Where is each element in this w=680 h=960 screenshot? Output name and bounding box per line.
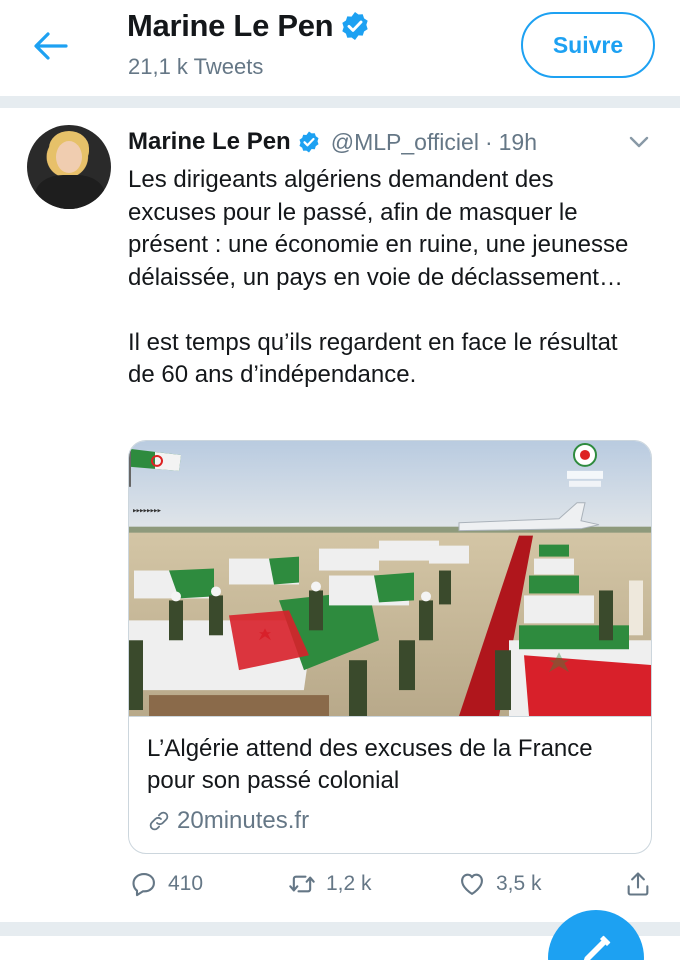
verified-badge-icon: [299, 131, 319, 153]
share-button[interactable]: [624, 870, 652, 898]
retweet-count: 1,2 k: [326, 872, 372, 895]
tweet-author-handle[interactable]: @MLP_officiel: [331, 129, 479, 156]
chevron-down-icon[interactable]: [628, 134, 650, 150]
profile-name: Marine Le Pen: [127, 8, 334, 43]
like-button[interactable]: 3,5 k: [458, 870, 542, 898]
card-domain: 20minutes.fr: [147, 807, 309, 835]
verified-badge-icon: [342, 12, 368, 40]
separator-dot: ·: [484, 128, 493, 155]
retweet-button[interactable]: 1,2 k: [288, 870, 372, 898]
card-domain-text: 20minutes.fr: [177, 807, 310, 834]
share-icon: [627, 872, 649, 896]
like-count: 3,5 k: [496, 872, 542, 895]
link-icon: [149, 811, 169, 831]
compose-tweet-button[interactable]: [548, 910, 644, 960]
reply-icon: [132, 873, 155, 897]
card-image: ▸▸▸▸▸▸▸▸: [129, 441, 651, 717]
tweet-text: Les dirigeants algériens demandent des e…: [128, 166, 629, 388]
profile-header: Marine Le Pen 21,1 k Tweets Suivre: [0, 0, 680, 92]
compose-icon: [583, 935, 611, 960]
tweet-count: 21,1 k Tweets: [128, 54, 264, 79]
card-title: L’Algérie attend des excuses de la Franc…: [147, 735, 593, 794]
header-title: Marine Le Pen: [127, 8, 371, 44]
link-card[interactable]: ▸▸▸▸▸▸▸▸ L’Algérie attend des excuses de…: [128, 440, 652, 854]
reply-button[interactable]: 410: [130, 870, 203, 898]
follow-button[interactable]: Suivre: [521, 12, 655, 78]
heart-icon: [461, 873, 483, 895]
tweet-header: Marine Le Pen @MLP_officiel · 19h: [128, 128, 658, 156]
tweet-timestamp[interactable]: 19h: [499, 129, 537, 156]
tweet-actions: 410 1,2 k 3,5 k: [128, 870, 658, 906]
retweet-icon: [289, 875, 315, 893]
avatar[interactable]: [27, 125, 111, 209]
reply-count: 410: [168, 872, 204, 895]
svg-text:▸▸▸▸▸▸▸▸: ▸▸▸▸▸▸▸▸: [133, 508, 162, 515]
tweet-author-name[interactable]: Marine Le Pen: [128, 128, 291, 156]
divider: [0, 96, 680, 108]
arrow-left-icon[interactable]: [30, 28, 70, 64]
